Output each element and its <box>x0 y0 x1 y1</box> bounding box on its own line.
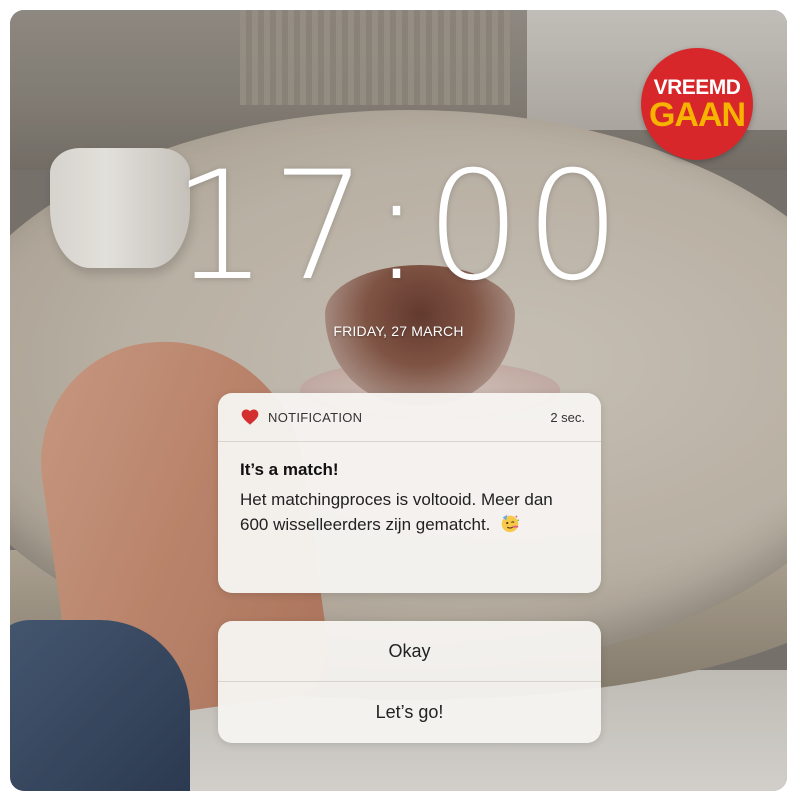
notification-body: It’s a match! Het matchingproces is volt… <box>218 442 601 537</box>
heart-icon <box>240 407 260 427</box>
notification-card[interactable]: NOTIFICATION 2 sec. It’s a match! Het ma… <box>218 393 601 593</box>
notification-message-wrap: Het matchingproces is voltooid. Meer dan… <box>240 488 579 537</box>
brand-logo: VREEMD GAAN <box>641 48 753 160</box>
okay-button[interactable]: Okay <box>218 621 601 681</box>
notification-timestamp: 2 sec. <box>550 409 585 425</box>
lockscreen-clock: 17:00 <box>172 140 625 314</box>
notification-title: It’s a match! <box>240 460 339 479</box>
lockscreen-date: FRIDAY, 27 MARCH <box>333 323 464 339</box>
notification-actions: Okay Let’s go! <box>218 621 601 743</box>
partying-face-emoji-icon <box>499 512 521 534</box>
logo-text-bottom: GAAN <box>648 96 746 134</box>
notification-header: NOTIFICATION 2 sec. <box>218 393 601 442</box>
lets-go-button[interactable]: Let’s go! <box>218 681 601 743</box>
notification-app-label: NOTIFICATION <box>268 409 363 425</box>
